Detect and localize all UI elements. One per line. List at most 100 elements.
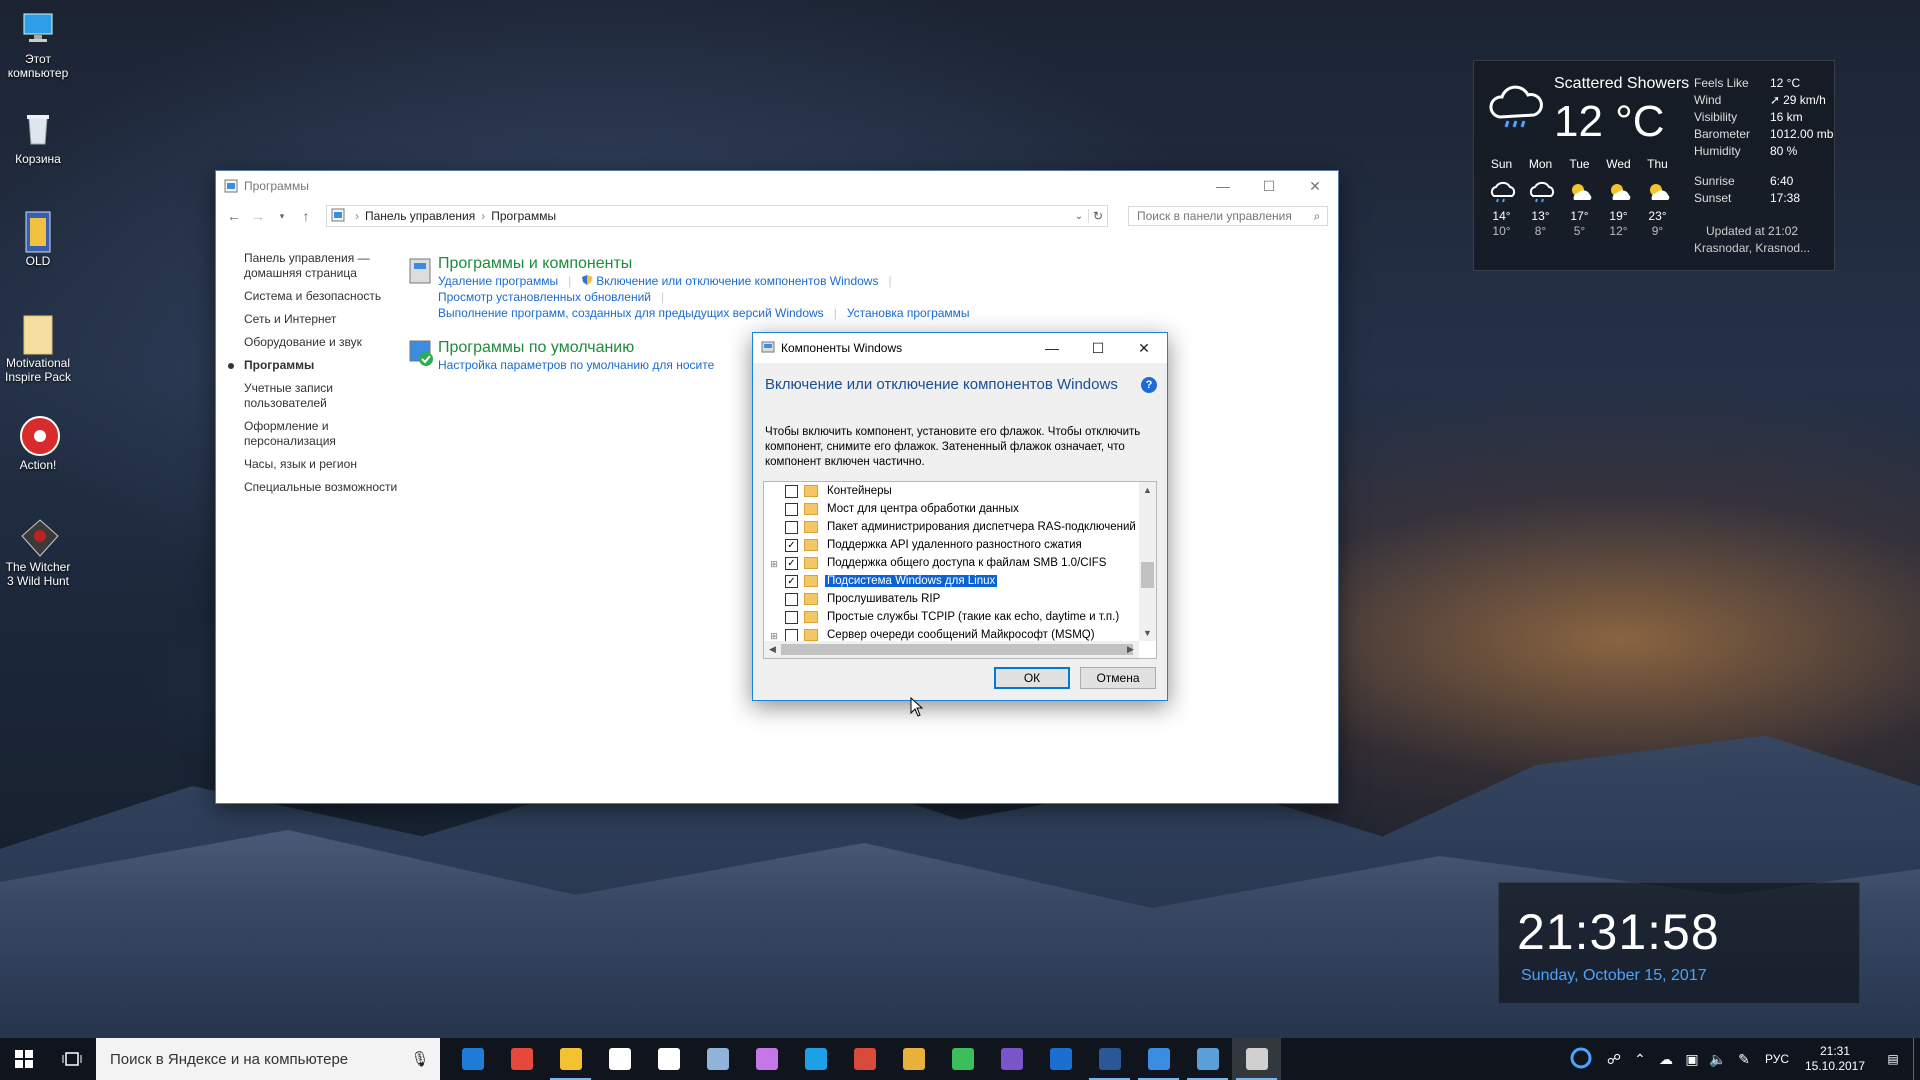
scroll-thumb[interactable] xyxy=(781,644,1133,655)
feature-checkbox[interactable]: ✓ xyxy=(785,538,798,552)
sidebar-item-home[interactable]: Панель управления — домашняя страница xyxy=(244,251,379,281)
taskbar-app-button[interactable] xyxy=(889,1038,938,1080)
taskbar-app-button[interactable] xyxy=(1183,1038,1232,1080)
sidebar-item-accounts[interactable]: Учетные записи пользователей xyxy=(244,381,344,411)
show-desktop-button[interactable] xyxy=(1913,1038,1920,1080)
feature-item[interactable]: Простые службы TCPIP (такие как echo, da… xyxy=(764,608,1139,626)
weather-widget[interactable]: Scattered Showers 12 °C Feels Like 12 °C … xyxy=(1473,60,1835,271)
features-tree[interactable]: Контейнеры Мост для центра обработки дан… xyxy=(763,481,1157,659)
tray-clock[interactable]: 21:31 15.10.2017 xyxy=(1797,1044,1873,1074)
pen-icon[interactable]: ✎ xyxy=(1731,1051,1757,1068)
scroll-down-icon[interactable]: ▼ xyxy=(1139,625,1156,641)
taskbar-app-button[interactable] xyxy=(1036,1038,1085,1080)
back-button[interactable]: ← xyxy=(222,208,246,224)
desktop-icon-action[interactable]: Action! xyxy=(2,414,74,472)
taskbar-app-button[interactable] xyxy=(1232,1038,1281,1080)
cortana-icon[interactable] xyxy=(1561,1047,1601,1072)
forward-button[interactable]: → xyxy=(246,208,270,224)
people-icon[interactable]: ☍ xyxy=(1601,1051,1627,1068)
feature-item[interactable]: Прослушиватель RIP xyxy=(764,590,1139,608)
desktop-icon-witcher[interactable]: The Witcher 3 Wild Hunt xyxy=(2,516,74,588)
feature-item[interactable]: ✓ Поддержка API удаленного разностного сж… xyxy=(764,536,1139,554)
windows-features-link[interactable]: Включение или отключение компонентов Win… xyxy=(596,273,878,289)
taskbar-app-button[interactable] xyxy=(987,1038,1036,1080)
taskbar-app-button[interactable] xyxy=(693,1038,742,1080)
vertical-scrollbar[interactable]: ▲ ▼ xyxy=(1139,482,1156,641)
feature-item[interactable]: ⊞ ✓ Поддержка общего доступа к файлам SMB … xyxy=(764,554,1139,572)
category-heading[interactable]: Программы и компоненты xyxy=(438,255,970,273)
expand-icon[interactable]: ⊞ xyxy=(769,631,779,641)
feature-checkbox[interactable]: ✓ xyxy=(785,574,798,588)
feature-item[interactable]: Пакет администрирования диспетчера RAS-п… xyxy=(764,518,1139,536)
desktop-icon-this-pc[interactable]: Этот компьютер xyxy=(2,8,74,80)
window-titlebar[interactable]: Программы — ☐ ✕ xyxy=(216,171,1338,201)
taskbar-app-button[interactable] xyxy=(595,1038,644,1080)
compatibility-link[interactable]: Выполнение программ, созданных для преды… xyxy=(438,305,824,321)
scroll-left-icon[interactable]: ◀ xyxy=(764,641,781,658)
feature-checkbox[interactable]: ✓ xyxy=(785,556,798,570)
scroll-up-icon[interactable]: ▲ xyxy=(1139,482,1156,498)
close-button[interactable]: ✕ xyxy=(1292,171,1338,201)
minimize-button[interactable]: — xyxy=(1200,171,1246,201)
desktop-icon-recycle-bin[interactable]: Корзина xyxy=(2,108,74,166)
feature-checkbox[interactable] xyxy=(785,610,798,624)
microphone-icon[interactable]: 🎙 xyxy=(400,1050,440,1068)
feature-item[interactable]: Мост для центра обработки данных xyxy=(764,500,1139,518)
taskbar-app-button[interactable] xyxy=(1134,1038,1183,1080)
scroll-right-icon[interactable]: ▶ xyxy=(1122,641,1139,658)
breadcrumb-item[interactable]: Панель управления xyxy=(365,209,475,223)
sidebar-item-security[interactable]: Система и безопасность xyxy=(244,289,414,304)
breadcrumb-item[interactable]: Программы xyxy=(491,209,556,223)
volume-icon[interactable]: 🔈 xyxy=(1705,1051,1731,1068)
chevron-down-icon[interactable]: ⌄ xyxy=(1070,211,1088,222)
feature-checkbox[interactable] xyxy=(785,592,798,606)
windows-features-dialog[interactable]: Компоненты Windows — ☐ ✕ Включение или о… xyxy=(752,332,1168,701)
taskbar-app-button[interactable] xyxy=(791,1038,840,1080)
sidebar-item-programs[interactable]: Программы xyxy=(228,358,414,373)
language-indicator[interactable]: РУС xyxy=(1757,1052,1797,1066)
taskbar-app-button[interactable] xyxy=(742,1038,791,1080)
search-input[interactable]: Поиск в панели управления ⌕ xyxy=(1128,206,1328,226)
default-settings-link[interactable]: Настройка параметров по умолчанию для но… xyxy=(438,357,714,373)
taskbar-app-button[interactable] xyxy=(1085,1038,1134,1080)
taskbar-app-button[interactable] xyxy=(546,1038,595,1080)
feature-checkbox[interactable] xyxy=(785,520,798,534)
feature-item[interactable]: Контейнеры xyxy=(764,482,1139,500)
close-button[interactable]: ✕ xyxy=(1121,333,1167,363)
address-bar[interactable]: › Панель управления › Программы ⌄ ↻ xyxy=(326,205,1108,227)
taskbar-search-box[interactable]: Поиск в Яндексе и на компьютере 🎙 xyxy=(96,1038,440,1080)
refresh-icon[interactable]: ↻ xyxy=(1088,209,1107,223)
taskbar-app-button[interactable] xyxy=(497,1038,546,1080)
sidebar-item-clock[interactable]: Часы, язык и регион xyxy=(244,457,414,472)
task-view-button[interactable] xyxy=(48,1038,96,1080)
sidebar-item-hardware[interactable]: Оборудование и звук xyxy=(244,335,414,350)
view-updates-link[interactable]: Просмотр установленных обновлений xyxy=(438,289,651,305)
feature-checkbox[interactable] xyxy=(785,484,798,498)
uninstall-link[interactable]: Удаление программы xyxy=(438,273,558,289)
start-button[interactable] xyxy=(0,1038,48,1080)
dialog-titlebar[interactable]: Компоненты Windows — ☐ ✕ xyxy=(753,333,1167,363)
feature-checkbox[interactable] xyxy=(785,502,798,516)
sidebar-item-accessibility[interactable]: Специальные возможности xyxy=(244,480,414,495)
cancel-button[interactable]: Отмена xyxy=(1080,667,1156,689)
chevron-up-icon[interactable]: ⌃ xyxy=(1627,1051,1653,1068)
taskbar-app-button[interactable] xyxy=(840,1038,889,1080)
minimize-button[interactable]: — xyxy=(1029,333,1075,363)
notifications-icon[interactable]: ▤ xyxy=(1873,1052,1913,1066)
cloud-icon[interactable]: ☁ xyxy=(1653,1051,1679,1068)
feature-item[interactable]: ✓ Подсистема Windows для Linux xyxy=(764,572,1139,590)
taskbar-app-button[interactable] xyxy=(644,1038,693,1080)
recent-dropdown-button[interactable]: ▾ xyxy=(270,211,294,222)
horizontal-scrollbar[interactable]: ◀ ▶ xyxy=(764,641,1139,658)
ok-button[interactable]: ОК xyxy=(994,667,1070,689)
expand-icon[interactable]: ⊞ xyxy=(769,559,779,569)
taskbar-app-button[interactable] xyxy=(938,1038,987,1080)
sidebar-item-appearance[interactable]: Оформление и персонализация xyxy=(244,419,344,449)
scroll-thumb[interactable] xyxy=(1141,562,1154,588)
desktop-icon-old[interactable]: OLD xyxy=(2,210,74,268)
taskbar-app-button[interactable] xyxy=(448,1038,497,1080)
sidebar-item-network[interactable]: Сеть и Интернет xyxy=(244,312,414,327)
desktop-icon-motivational[interactable]: Motivational Inspire Pack xyxy=(2,312,74,384)
help-icon[interactable]: ? xyxy=(1141,377,1157,393)
category-heading[interactable]: Программы по умолчанию xyxy=(438,339,714,357)
